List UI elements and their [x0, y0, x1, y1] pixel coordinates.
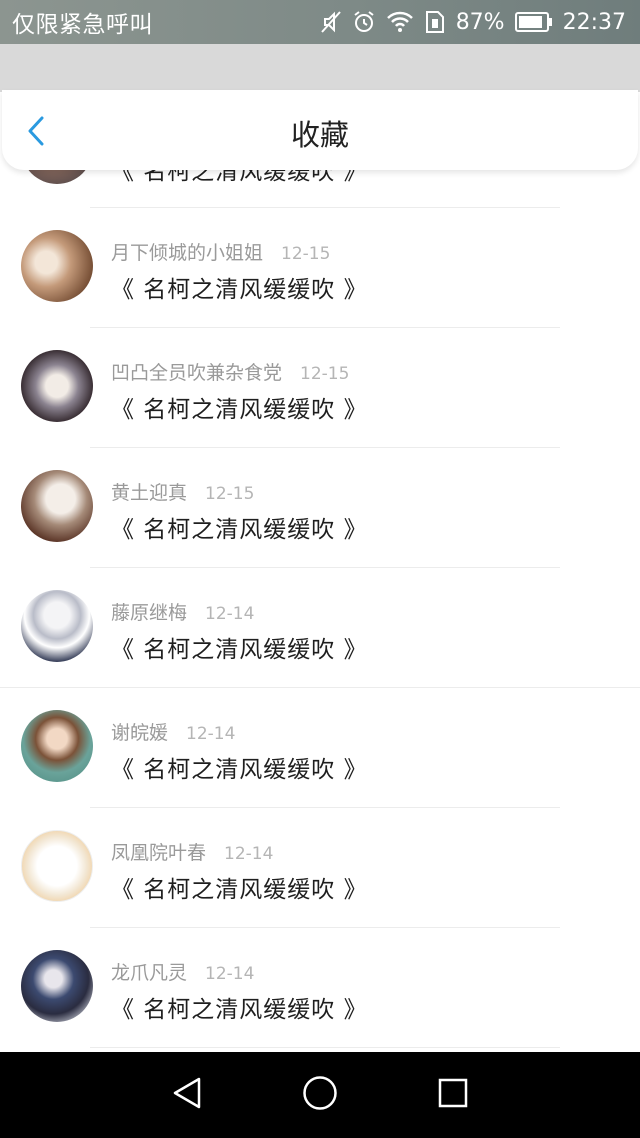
list-item[interactable]: 凹凸全员吹兼杂食党 12-15 《 名柯之清风缓缓吹 》	[0, 328, 640, 448]
avatar	[21, 590, 93, 662]
favorite-title: 《 名柯之清风缓缓吹 》	[111, 637, 368, 663]
recents-square-icon	[437, 1077, 469, 1113]
toolbar-strip	[0, 44, 640, 92]
user-name: 藤原继梅	[111, 602, 188, 624]
list-item[interactable]: 黄土迎真 12-15 《 名柯之清风缓缓吹 》	[0, 448, 640, 568]
user-name: 黄土迎真	[111, 482, 188, 504]
favorite-title: 《 名柯之清风缓缓吹 》	[111, 277, 368, 303]
date: 12-15	[281, 244, 331, 264]
date: 12-14	[186, 724, 236, 744]
list-item[interactable]: 龙爪凡灵 12-14 《 名柯之清风缓缓吹 》	[0, 928, 640, 1048]
navigation-bar	[0, 1052, 640, 1138]
avatar	[21, 350, 93, 422]
list-item[interactable]: 谢皖媛 12-14 《 名柯之清风缓缓吹 》	[0, 688, 640, 808]
favorites-list: 《 名柯之清风缓缓吹 》 月下倾城的小姐姐 12-15 《 名柯之清风缓缓吹 》…	[0, 148, 640, 1048]
avatar	[21, 950, 93, 1022]
date: 12-15	[205, 484, 255, 504]
status-bar: 仅限紧急呼叫 87% 22:37	[0, 0, 640, 44]
list-item[interactable]: 凤凰院叶春 12-14 《 名柯之清风缓缓吹 》	[0, 808, 640, 928]
favorite-title: 《 名柯之清风缓缓吹 》	[111, 877, 368, 903]
sim-icon	[424, 10, 446, 34]
home-circle-icon	[302, 1075, 338, 1115]
favorite-title: 《 名柯之清风缓缓吹 》	[111, 517, 368, 543]
nav-recents-button[interactable]	[433, 1075, 473, 1115]
date: 12-14	[224, 844, 274, 864]
clock: 22:37	[562, 9, 626, 35]
alarm-icon	[352, 10, 376, 34]
carrier-label: 仅限紧急呼叫	[12, 12, 153, 38]
date: 12-14	[205, 604, 255, 624]
back-triangle-icon	[171, 1076, 203, 1114]
mute-icon	[320, 10, 342, 34]
page-title: 收藏	[290, 118, 349, 152]
user-name: 凤凰院叶春	[111, 842, 207, 864]
date: 12-14	[205, 964, 255, 984]
favorite-title: 《 名柯之清风缓缓吹 》	[111, 757, 368, 783]
favorite-title: 《 名柯之清风缓缓吹 》	[111, 397, 368, 423]
page-header: 收藏	[2, 90, 638, 170]
favorite-title: 《 名柯之清风缓缓吹 》	[111, 997, 368, 1023]
user-name: 月下倾城的小姐姐	[111, 242, 264, 264]
wifi-icon	[386, 11, 414, 33]
avatar	[21, 470, 93, 542]
divider	[90, 1047, 560, 1048]
avatar	[21, 830, 93, 902]
list-item[interactable]: 月下倾城的小姐姐 12-15 《 名柯之清风缓缓吹 》	[0, 208, 640, 328]
list-item[interactable]: 藤原继梅 12-14 《 名柯之清风缓缓吹 》	[0, 568, 640, 688]
status-icons: 87% 22:37	[320, 10, 626, 35]
battery-percent: 87%	[455, 9, 505, 35]
user-name: 凹凸全员吹兼杂食党	[111, 362, 283, 384]
nav-home-button[interactable]	[300, 1075, 340, 1115]
date: 12-15	[300, 364, 350, 384]
nav-back-button[interactable]	[167, 1075, 207, 1115]
avatar	[21, 710, 93, 782]
avatar	[21, 230, 93, 302]
user-name: 龙爪凡灵	[111, 962, 188, 984]
user-name: 谢皖媛	[111, 722, 169, 744]
battery-icon	[514, 11, 553, 33]
